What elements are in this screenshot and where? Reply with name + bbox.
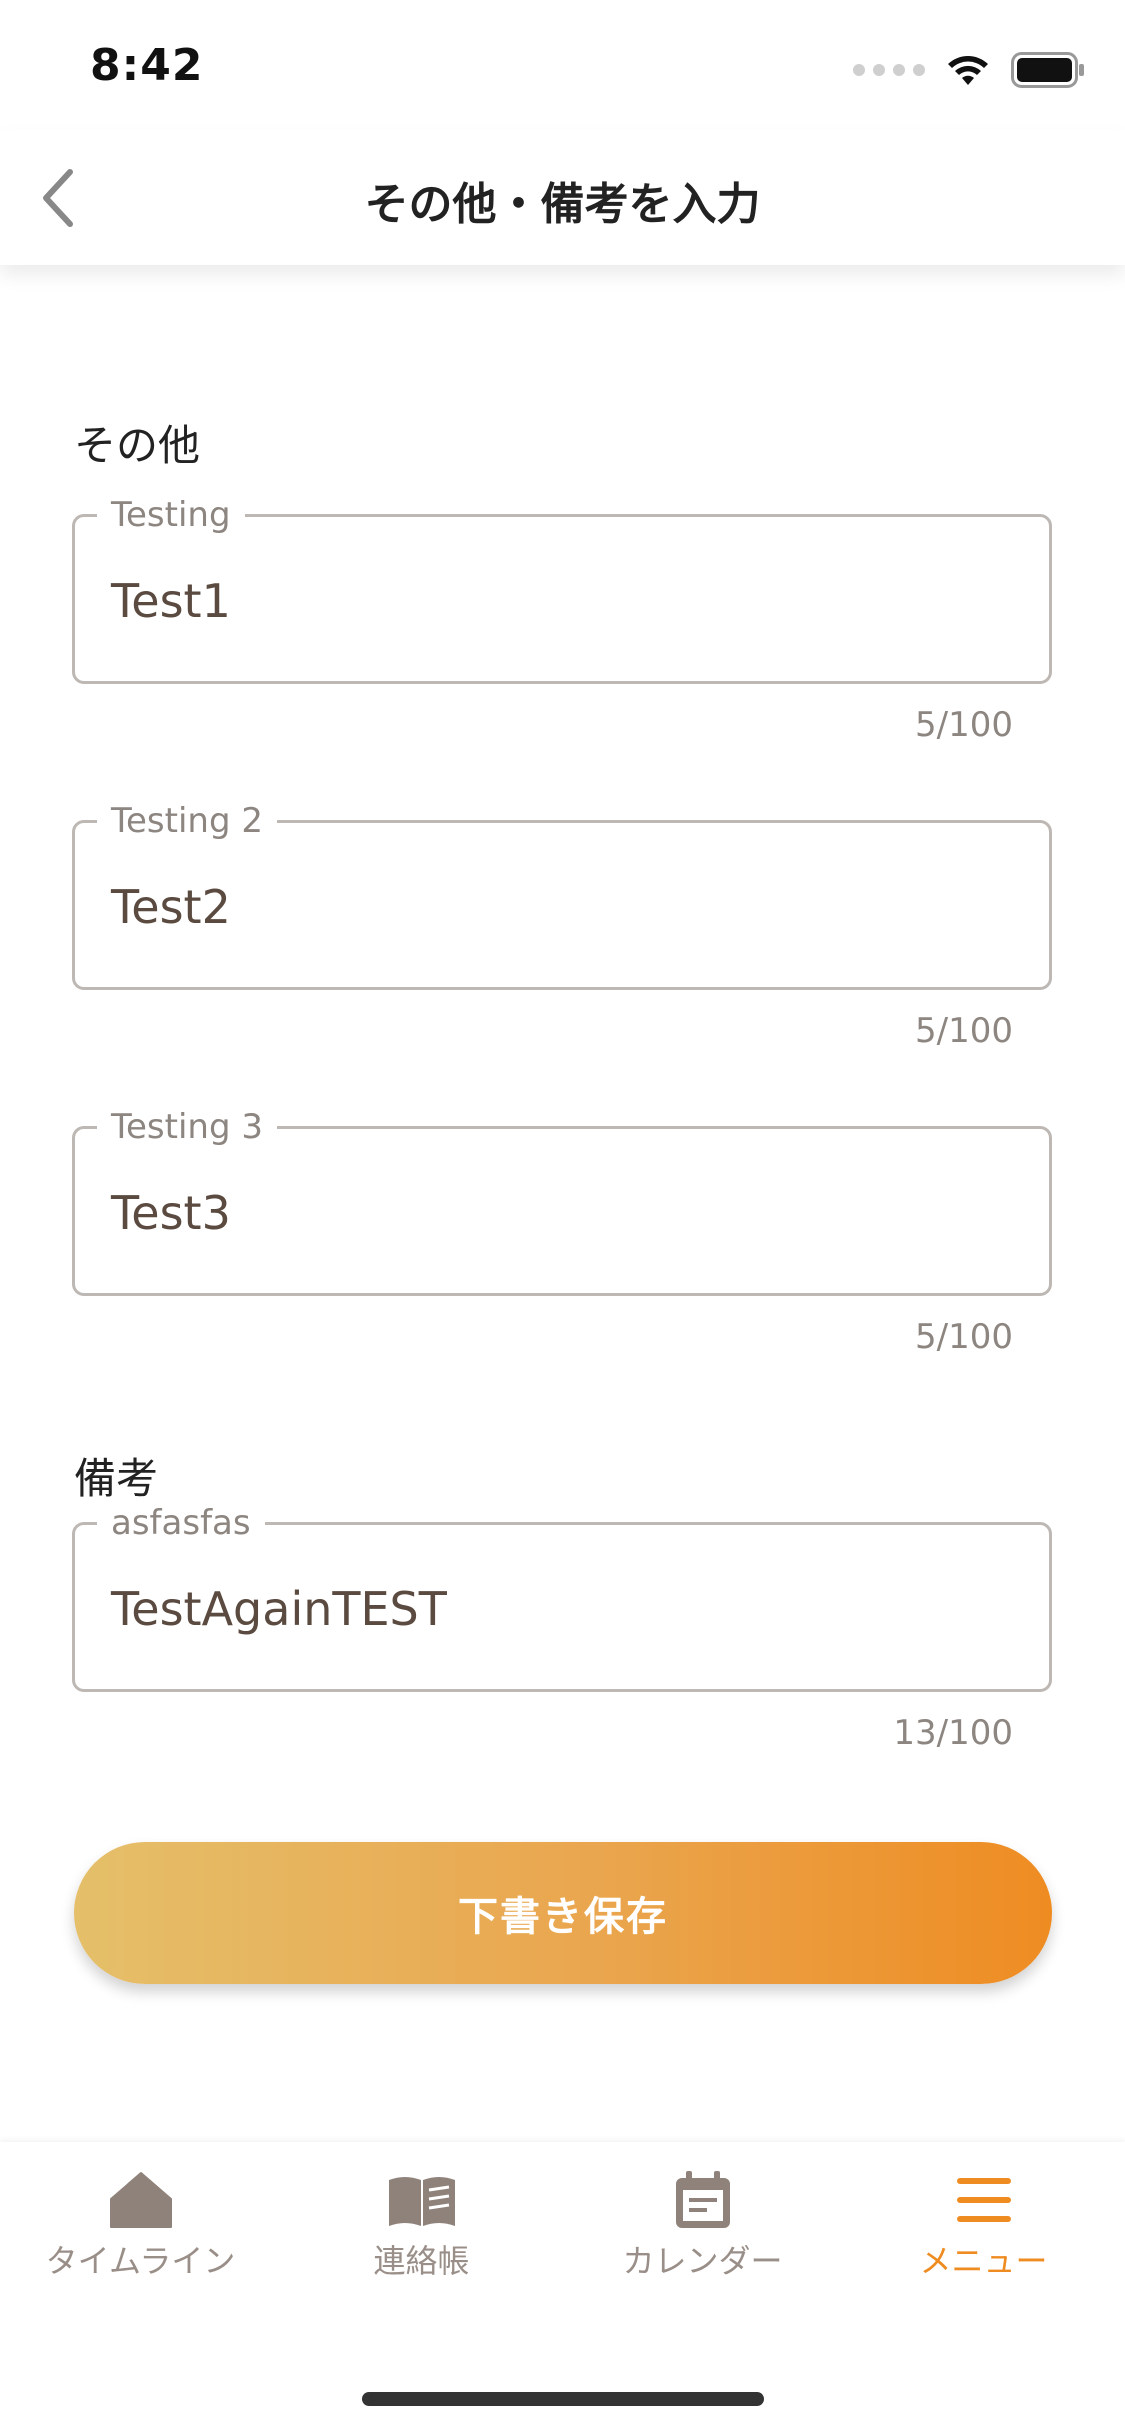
character-counter: 5/100 <box>915 1011 1013 1051</box>
page-title: その他・備考を入力 <box>364 179 761 230</box>
save-draft-button[interactable]: 下書き保存 <box>74 1842 1052 1984</box>
field-value[interactable]: TestAgainTEST <box>111 1581 447 1637</box>
status-icons <box>853 50 1085 90</box>
status-time: 8:42 <box>90 40 204 91</box>
field-value[interactable]: Test2 <box>111 879 231 935</box>
home-icon <box>109 2172 172 2228</box>
field-value[interactable]: Test1 <box>111 573 231 629</box>
other-field-1[interactable]: Testing Test1 <box>72 493 1052 684</box>
tab-label: メニュー <box>919 2242 1048 2280</box>
character-counter: 5/100 <box>915 1317 1013 1357</box>
tab-timeline[interactable]: タイムライン <box>0 2142 281 2312</box>
tab-bar: タイムライン 連絡帳 カレンダー メニュー <box>0 2142 1125 2436</box>
status-bar: 8:42 <box>0 0 1125 130</box>
field-value[interactable]: Test3 <box>111 1185 231 1241</box>
navigation-bar: その他・備考を入力 <box>0 130 1125 265</box>
tab-menu[interactable]: メニュー <box>843 2142 1124 2312</box>
other-field-2[interactable]: Testing 2 Test2 <box>72 799 1052 990</box>
book-icon <box>388 2177 455 2226</box>
field-label: Testing 3 <box>97 1105 277 1149</box>
calendar-icon <box>675 2171 730 2228</box>
field-label: Testing 2 <box>97 799 277 843</box>
section-label-remarks: 備考 <box>74 1454 159 1503</box>
menu-icon <box>956 2178 1011 2222</box>
remarks-field[interactable]: asfasfas TestAgainTEST <box>72 1501 1052 1692</box>
wifi-icon <box>948 56 988 85</box>
cellular-signal-icon <box>853 64 925 76</box>
home-indicator[interactable] <box>362 2392 764 2406</box>
tab-calendar[interactable]: カレンダー <box>562 2142 843 2312</box>
tab-contact-book[interactable]: 連絡帳 <box>281 2142 562 2312</box>
tab-label: 連絡帳 <box>373 2242 470 2280</box>
tab-label: カレンダー <box>622 2242 783 2280</box>
tab-label: タイムライン <box>45 2242 236 2280</box>
other-field-3[interactable]: Testing 3 Test3 <box>72 1105 1052 1296</box>
section-label-other: その他 <box>74 421 201 470</box>
character-counter: 5/100 <box>915 705 1013 745</box>
character-counter: 13/100 <box>893 1713 1013 1753</box>
save-draft-label: 下書き保存 <box>458 1894 668 1940</box>
field-label: asfasfas <box>97 1501 265 1545</box>
battery-icon <box>1011 52 1084 88</box>
field-label: Testing <box>97 493 245 537</box>
